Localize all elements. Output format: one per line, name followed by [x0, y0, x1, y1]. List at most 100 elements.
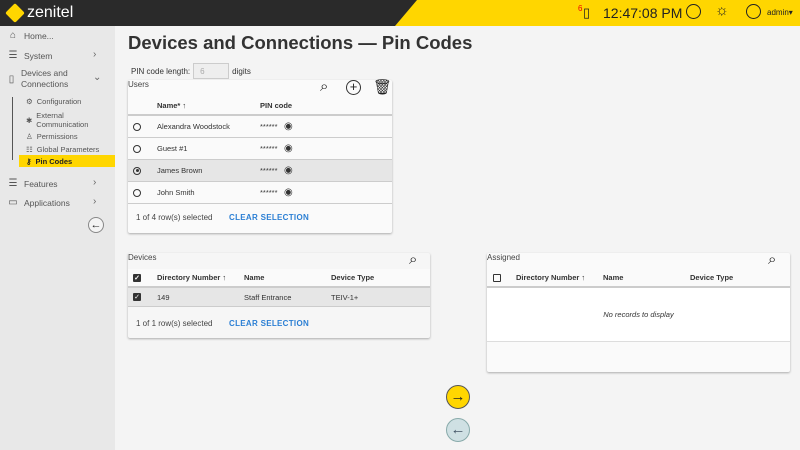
- notification-count: 6: [578, 4, 583, 13]
- assigned-title: Assigned: [487, 253, 520, 262]
- pin-masked: ******: [260, 166, 278, 175]
- label: Configuration: [36, 97, 82, 106]
- label: Pin Codes: [35, 156, 73, 166]
- sidebar-sub-pin-codes[interactable]: ⚷ Pin Codes: [19, 155, 115, 167]
- server-icon: ☰: [8, 50, 18, 61]
- user-menu[interactable]: admin▾: [767, 8, 793, 17]
- table-row[interactable]: John Smith ****** ◉: [128, 182, 392, 204]
- gear-icon: ⚙: [26, 97, 33, 106]
- row-checkbox[interactable]: ✓: [133, 293, 141, 301]
- person-icon: ♙: [26, 132, 33, 141]
- table-header: Name* ↑ PIN code: [128, 96, 392, 116]
- table-header: Directory Number ↑ Name Device Type: [487, 269, 790, 288]
- pin-length-suffix: digits: [232, 66, 251, 76]
- select-all-checkbox[interactable]: [493, 273, 501, 282]
- table-row[interactable]: Alexandra Woodstock ****** ◉: [128, 116, 392, 138]
- row-radio[interactable]: [133, 166, 141, 175]
- sidebar-sub-permissions[interactable]: ♙ Permissions: [26, 132, 78, 141]
- devices-title: Devices: [128, 253, 157, 262]
- assign-arrow-right-button[interactable]: →: [446, 385, 470, 409]
- column-pin: PIN code: [260, 100, 293, 110]
- chevron-right-icon: ›: [93, 49, 97, 60]
- pin-length-row: PIN code length: 6 digits: [131, 63, 251, 79]
- clear-selection-button[interactable]: CLEAR SELECTION: [229, 319, 309, 328]
- pin-masked: ******: [260, 144, 278, 153]
- table-row[interactable]: Guest #1 ****** ◉: [128, 138, 392, 160]
- eye-icon[interactable]: ◉: [284, 121, 293, 132]
- user-name: James Brown: [157, 166, 203, 175]
- sidebar-item-devices[interactable]: ▯ Devices and Connections: [8, 68, 88, 90]
- column-name[interactable]: Name: [603, 273, 623, 282]
- eye-icon[interactable]: ◉: [284, 187, 293, 198]
- label: External Communication: [36, 111, 89, 129]
- sidebar-item-home[interactable]: ⌂ Home...: [8, 30, 54, 41]
- sidebar-sub-external-communication[interactable]: ✱ External Communication: [26, 111, 106, 129]
- users-table: Users ⌕ + 🗑 Name* ↑ PIN code Alexandra W…: [128, 78, 392, 233]
- column-device-type[interactable]: Device Type: [331, 273, 374, 282]
- column-name[interactable]: Name: [244, 273, 264, 282]
- clock: 12:47:08 PM: [603, 5, 683, 21]
- briefcase-icon: ▭: [8, 197, 18, 208]
- label: Devices and Connections: [20, 68, 69, 89]
- theme-sun-icon[interactable]: ☼: [715, 2, 729, 19]
- search-icon[interactable]: ⌕: [768, 251, 776, 268]
- pin-length-label: PIN code length:: [131, 66, 191, 76]
- user-name: Alexandra Woodstock: [157, 122, 230, 131]
- column-name[interactable]: Name* ↑: [157, 101, 186, 110]
- user-name: John Smith: [157, 188, 195, 197]
- device-name: Staff Entrance: [244, 292, 292, 302]
- pin-masked: ******: [260, 122, 278, 131]
- assigned-table: Assigned ⌕ Directory Number ↑ Name Devic…: [487, 251, 790, 372]
- clock-icon[interactable]: [686, 4, 701, 19]
- table-row-selected[interactable]: ✓ 149 Staff Entrance TEIV-1+: [128, 288, 430, 307]
- home-icon: ⌂: [9, 30, 17, 41]
- sidebar-item-features[interactable]: ☰ Features: [8, 178, 58, 189]
- list-icon: ☰: [8, 178, 18, 189]
- pin-masked: ******: [260, 188, 278, 197]
- empty-state: No records to display: [487, 288, 790, 342]
- search-icon[interactable]: ⌕: [409, 251, 417, 268]
- search-icon[interactable]: ⌕: [320, 78, 328, 95]
- column-directory-number[interactable]: Directory Number ↑: [516, 273, 585, 282]
- status-bar: [395, 0, 800, 26]
- trash-icon[interactable]: 🗑: [373, 78, 392, 96]
- table-row-selected[interactable]: James Brown ****** ◉: [128, 160, 392, 182]
- add-icon[interactable]: +: [346, 80, 361, 95]
- devices-icon: ▯: [8, 73, 15, 85]
- chevron-right-icon: ›: [93, 196, 97, 207]
- sliders-icon: ☷: [26, 145, 33, 154]
- zenitel-logo-icon: [5, 3, 25, 23]
- clear-selection-button[interactable]: CLEAR SELECTION: [229, 213, 309, 222]
- selection-status: 1 of 4 row(s) selected: [136, 213, 213, 222]
- logo[interactable]: zenitel: [5, 3, 74, 23]
- users-title: Users: [128, 80, 149, 89]
- eye-icon[interactable]: ◉: [284, 143, 293, 154]
- user-account-icon[interactable]: [746, 4, 761, 19]
- directory-number: 149: [157, 292, 170, 302]
- column-directory-number[interactable]: Directory Number ↑: [157, 273, 226, 282]
- devices-status-icon[interactable]: ▯: [583, 5, 590, 21]
- label: Permissions: [36, 132, 78, 141]
- brand-name: zenitel: [27, 4, 74, 21]
- row-radio[interactable]: [133, 122, 141, 131]
- sidebar-item-applications[interactable]: ▭ Applications: [8, 197, 70, 208]
- label: Home...: [24, 30, 54, 41]
- label: System: [24, 50, 53, 61]
- user-name: Guest #1: [157, 144, 188, 153]
- label: Applications: [24, 197, 70, 208]
- row-radio[interactable]: [133, 144, 141, 153]
- sidebar-item-system[interactable]: ☰ System: [8, 50, 53, 61]
- asterisk-icon: ✱: [26, 115, 33, 125]
- collapse-sidebar-button[interactable]: ←: [88, 217, 104, 233]
- select-all-checkbox[interactable]: ✓: [133, 273, 141, 282]
- eye-icon[interactable]: ◉: [284, 165, 293, 176]
- devices-table: Devices ⌕ ✓ Directory Number ↑ Name Devi…: [128, 251, 430, 338]
- page-title: Devices and Connections — Pin Codes: [128, 32, 473, 53]
- row-radio[interactable]: [133, 188, 141, 197]
- unassign-arrow-left-button[interactable]: ←: [446, 418, 470, 442]
- sidebar-sub-configuration[interactable]: ⚙ Configuration: [26, 97, 81, 106]
- sidebar-sub-global-parameters[interactable]: ☷ Global Parameters: [26, 145, 99, 154]
- pin-length-stepper[interactable]: 6: [193, 63, 230, 79]
- label: Global Parameters: [36, 145, 100, 154]
- column-device-type[interactable]: Device Type: [690, 273, 733, 282]
